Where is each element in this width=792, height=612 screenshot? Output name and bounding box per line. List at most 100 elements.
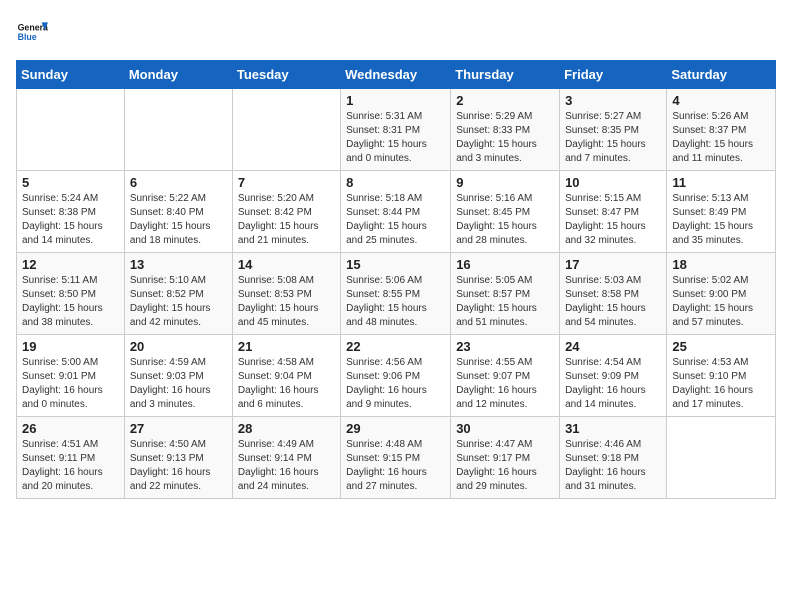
day-info: Sunrise: 4:51 AMSunset: 9:11 PMDaylight:… — [22, 438, 119, 494]
day-number: 10 — [565, 175, 661, 190]
header-cell-wednesday: Wednesday — [341, 61, 451, 89]
day-number: 24 — [565, 339, 661, 354]
day-cell: 26Sunrise: 4:51 AMSunset: 9:11 PMDayligh… — [17, 417, 125, 499]
day-info: Sunrise: 5:05 AMSunset: 8:57 PMDaylight:… — [456, 274, 554, 330]
day-info: Sunrise: 4:54 AMSunset: 9:09 PMDaylight:… — [565, 356, 661, 412]
day-info: Sunrise: 4:47 AMSunset: 9:17 PMDaylight:… — [456, 438, 554, 494]
day-number: 27 — [130, 421, 227, 436]
day-info: Sunrise: 5:13 AMSunset: 8:49 PMDaylight:… — [672, 192, 770, 248]
day-cell — [667, 417, 776, 499]
day-number: 6 — [130, 175, 227, 190]
page-header: General Blue — [16, 16, 776, 48]
day-info: Sunrise: 5:18 AMSunset: 8:44 PMDaylight:… — [346, 192, 445, 248]
day-info: Sunrise: 4:56 AMSunset: 9:06 PMDaylight:… — [346, 356, 445, 412]
day-info: Sunrise: 5:06 AMSunset: 8:55 PMDaylight:… — [346, 274, 445, 330]
day-number: 12 — [22, 257, 119, 272]
day-info: Sunrise: 4:49 AMSunset: 9:14 PMDaylight:… — [238, 438, 335, 494]
day-info: Sunrise: 5:16 AMSunset: 8:45 PMDaylight:… — [456, 192, 554, 248]
day-cell: 5 Sunrise: 5:24 AMSunset: 8:38 PMDaylight… — [17, 171, 125, 253]
day-number: 5 — [22, 175, 119, 190]
day-number: 1 — [346, 93, 445, 108]
day-info: Sunrise: 4:59 AMSunset: 9:03 PMDaylight:… — [130, 356, 227, 412]
header-cell-tuesday: Tuesday — [232, 61, 340, 89]
day-number: 22 — [346, 339, 445, 354]
day-number: 19 — [22, 339, 119, 354]
day-info: Sunrise: 5:03 AMSunset: 8:58 PMDaylight:… — [565, 274, 661, 330]
day-number: 18 — [672, 257, 770, 272]
day-cell: 3 Sunrise: 5:27 AMSunset: 8:35 PMDaylight… — [560, 89, 667, 171]
day-cell: 23 Sunrise: 4:55 AMSunset: 9:07 PMDayligh… — [451, 335, 560, 417]
day-info: Sunrise: 5:08 AMSunset: 8:53 PMDaylight:… — [238, 274, 335, 330]
day-info: Sunrise: 5:11 AMSunset: 8:50 PMDaylight:… — [22, 274, 119, 330]
day-cell: 31 Sunrise: 4:46 AMSunset: 9:18 PMDayligh… — [560, 417, 667, 499]
day-cell: 17 Sunrise: 5:03 AMSunset: 8:58 PMDayligh… — [560, 253, 667, 335]
day-cell: 7 Sunrise: 5:20 AMSunset: 8:42 PMDaylight… — [232, 171, 340, 253]
day-number: 7 — [238, 175, 335, 190]
day-number: 11 — [672, 175, 770, 190]
day-info: Sunrise: 5:27 AMSunset: 8:35 PMDaylight:… — [565, 110, 661, 166]
day-info: Sunrise: 4:50 AMSunset: 9:13 PMDaylight:… — [130, 438, 227, 494]
day-cell: 11 Sunrise: 5:13 AMSunset: 8:49 PMDayligh… — [667, 171, 776, 253]
day-cell: 9Sunrise: 5:16 AMSunset: 8:45 PMDaylight… — [451, 171, 560, 253]
day-cell: 20 Sunrise: 4:59 AMSunset: 9:03 PMDayligh… — [124, 335, 232, 417]
svg-text:Blue: Blue — [18, 32, 37, 42]
day-cell: 6Sunrise: 5:22 AMSunset: 8:40 PMDaylight… — [124, 171, 232, 253]
day-cell: 25 Sunrise: 4:53 AMSunset: 9:10 PMDayligh… — [667, 335, 776, 417]
day-info: Sunrise: 5:26 AMSunset: 8:37 PMDaylight:… — [672, 110, 770, 166]
day-info: Sunrise: 5:20 AMSunset: 8:42 PMDaylight:… — [238, 192, 335, 248]
day-number: 8 — [346, 175, 445, 190]
day-number: 29 — [346, 421, 445, 436]
logo: General Blue — [16, 16, 48, 48]
day-number: 2 — [456, 93, 554, 108]
day-info: Sunrise: 5:31 AMSunset: 8:31 PMDaylight:… — [346, 110, 445, 166]
day-cell: 16 Sunrise: 5:05 AMSunset: 8:57 PMDayligh… — [451, 253, 560, 335]
day-number: 30 — [456, 421, 554, 436]
header-cell-friday: Friday — [560, 61, 667, 89]
day-info: Sunrise: 4:58 AMSunset: 9:04 PMDaylight:… — [238, 356, 335, 412]
day-cell: 2 Sunrise: 5:29 AMSunset: 8:33 PMDaylight… — [451, 89, 560, 171]
day-number: 21 — [238, 339, 335, 354]
week-row-4: 19Sunrise: 5:00 AMSunset: 9:01 PMDayligh… — [17, 335, 776, 417]
day-cell: 13Sunrise: 5:10 AMSunset: 8:52 PMDayligh… — [124, 253, 232, 335]
day-cell: 8 Sunrise: 5:18 AMSunset: 8:44 PMDaylight… — [341, 171, 451, 253]
day-info: Sunrise: 4:53 AMSunset: 9:10 PMDaylight:… — [672, 356, 770, 412]
day-cell: 4 Sunrise: 5:26 AMSunset: 8:37 PMDaylight… — [667, 89, 776, 171]
day-cell — [17, 89, 125, 171]
day-cell: 18 Sunrise: 5:02 AMSunset: 9:00 PMDayligh… — [667, 253, 776, 335]
week-row-3: 12 Sunrise: 5:11 AMSunset: 8:50 PMDayligh… — [17, 253, 776, 335]
header-cell-monday: Monday — [124, 61, 232, 89]
day-info: Sunrise: 5:15 AMSunset: 8:47 PMDaylight:… — [565, 192, 661, 248]
day-cell: 21 Sunrise: 4:58 AMSunset: 9:04 PMDayligh… — [232, 335, 340, 417]
day-cell: 27 Sunrise: 4:50 AMSunset: 9:13 PMDayligh… — [124, 417, 232, 499]
day-number: 17 — [565, 257, 661, 272]
day-cell: 19Sunrise: 5:00 AMSunset: 9:01 PMDayligh… — [17, 335, 125, 417]
day-number: 20 — [130, 339, 227, 354]
day-number: 16 — [456, 257, 554, 272]
day-number: 25 — [672, 339, 770, 354]
day-number: 4 — [672, 93, 770, 108]
day-cell — [232, 89, 340, 171]
day-info: Sunrise: 4:55 AMSunset: 9:07 PMDaylight:… — [456, 356, 554, 412]
day-number: 13 — [130, 257, 227, 272]
header-row: SundayMondayTuesdayWednesdayThursdayFrid… — [17, 61, 776, 89]
day-cell: 1 Sunrise: 5:31 AMSunset: 8:31 PMDaylight… — [341, 89, 451, 171]
week-row-2: 5 Sunrise: 5:24 AMSunset: 8:38 PMDaylight… — [17, 171, 776, 253]
day-number: 23 — [456, 339, 554, 354]
day-cell: 30 Sunrise: 4:47 AMSunset: 9:17 PMDayligh… — [451, 417, 560, 499]
header-cell-sunday: Sunday — [17, 61, 125, 89]
day-cell: 14Sunrise: 5:08 AMSunset: 8:53 PMDayligh… — [232, 253, 340, 335]
day-info: Sunrise: 5:02 AMSunset: 9:00 PMDaylight:… — [672, 274, 770, 330]
header-cell-saturday: Saturday — [667, 61, 776, 89]
day-cell: 10 Sunrise: 5:15 AMSunset: 8:47 PMDayligh… — [560, 171, 667, 253]
day-info: Sunrise: 5:29 AMSunset: 8:33 PMDaylight:… — [456, 110, 554, 166]
week-row-1: 1 Sunrise: 5:31 AMSunset: 8:31 PMDaylight… — [17, 89, 776, 171]
day-cell: 15 Sunrise: 5:06 AMSunset: 8:55 PMDayligh… — [341, 253, 451, 335]
day-number: 3 — [565, 93, 661, 108]
day-info: Sunrise: 4:46 AMSunset: 9:18 PMDaylight:… — [565, 438, 661, 494]
day-cell: 28Sunrise: 4:49 AMSunset: 9:14 PMDayligh… — [232, 417, 340, 499]
day-number: 31 — [565, 421, 661, 436]
day-cell: 29Sunrise: 4:48 AMSunset: 9:15 PMDayligh… — [341, 417, 451, 499]
day-info: Sunrise: 5:24 AMSunset: 8:38 PMDaylight:… — [22, 192, 119, 248]
calendar-table: SundayMondayTuesdayWednesdayThursdayFrid… — [16, 60, 776, 499]
day-number: 15 — [346, 257, 445, 272]
